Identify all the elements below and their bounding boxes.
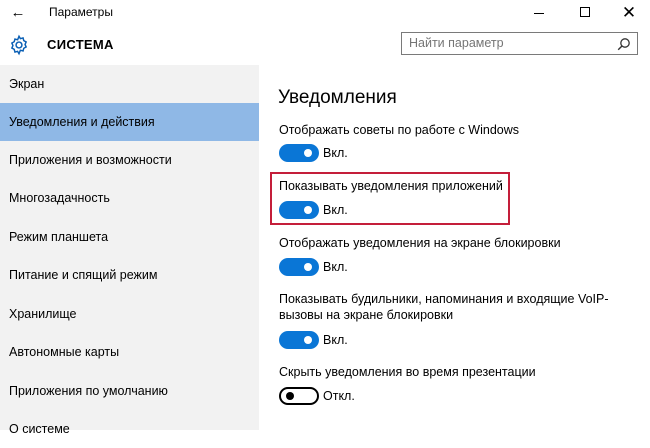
toggle-state-alarms-voip: Вкл. [323, 333, 348, 347]
toggle-knob [304, 336, 312, 344]
sidebar-item-notifications[interactable]: Уведомления и действия [0, 103, 259, 141]
sidebar-item-apps-features[interactable]: Приложения и возможности [0, 141, 259, 179]
toggle-state-lockscreen-notifications: Вкл. [323, 260, 348, 274]
close-icon: ✕ [621, 3, 637, 22]
maximize-button[interactable] [562, 0, 608, 25]
section-title: Уведомления [278, 87, 397, 108]
sidebar-item-power-sleep[interactable]: Питание и спящий режим [0, 256, 259, 294]
search-box[interactable] [401, 32, 638, 55]
toggle-alarms-voip[interactable] [279, 331, 319, 349]
maximize-icon [580, 7, 590, 18]
toggle-state-windows-tips: Вкл. [323, 146, 348, 160]
highlight-box [270, 172, 510, 225]
sidebar-item-offline-maps[interactable]: Автономные карты [0, 333, 259, 371]
back-arrow-icon: ← [10, 4, 26, 21]
sidebar-item-about[interactable]: О системе [0, 410, 259, 448]
toggle-lockscreen-notifications[interactable] [279, 258, 319, 276]
setting-label-hide-presentation: Скрыть уведомления во время презентации [279, 365, 536, 379]
search-input[interactable] [409, 33, 609, 54]
sidebar-item-default-apps[interactable]: Приложения по умолчанию [0, 372, 259, 410]
toggle-knob [304, 149, 312, 157]
sidebar-item-multitasking[interactable]: Многозадачность [0, 179, 259, 217]
app-title: СИСТЕМА [47, 37, 114, 52]
minimize-icon [534, 12, 544, 14]
toggle-state-hide-presentation: Откл. [323, 389, 355, 403]
main-content: Уведомления Отображать советы по работе … [259, 65, 650, 430]
search-icon[interactable] [617, 37, 631, 51]
setting-label-windows-tips: Отображать советы по работе с Windows [279, 123, 520, 137]
toggle-knob [304, 263, 312, 271]
minimize-button[interactable] [516, 0, 562, 25]
gear-icon [10, 34, 28, 56]
sidebar-item-screen[interactable]: Экран [0, 65, 259, 103]
title-bar: ← Параметры ✕ [0, 0, 650, 25]
toggle-windows-tips[interactable] [279, 144, 319, 162]
toggle-hide-presentation[interactable] [279, 387, 319, 405]
close-button[interactable]: ✕ [606, 0, 650, 25]
sidebar-nav: Экран Уведомления и действия Приложения … [0, 65, 259, 436]
sidebar-item-storage[interactable]: Хранилище [0, 295, 259, 333]
setting-label-lockscreen-notifications: Отображать уведомления на экране блокиро… [279, 236, 561, 250]
toggle-knob [286, 392, 294, 400]
sidebar-item-tablet-mode[interactable]: Режим планшета [0, 218, 259, 256]
window-title: Параметры [49, 5, 113, 19]
setting-label-alarms-voip: Показывать будильники, напоминания и вхо… [279, 292, 609, 322]
back-button[interactable]: ← [0, 0, 36, 25]
